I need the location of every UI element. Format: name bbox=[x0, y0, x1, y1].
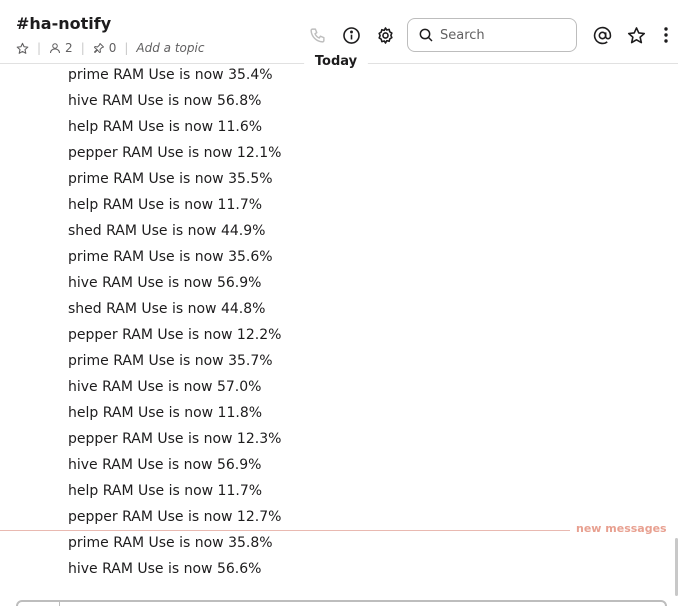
message-text: prime RAM Use is now 35.4% bbox=[68, 67, 273, 83]
message-text: help RAM Use is now 11.7% bbox=[68, 197, 263, 213]
star-icon bbox=[627, 26, 645, 43]
more-options-button[interactable] bbox=[653, 18, 678, 52]
channel-meta: | 2 | 0 | Add a topic bbox=[16, 40, 204, 56]
message-text: hive RAM Use is now 56.9% bbox=[68, 275, 262, 291]
message-composer[interactable] bbox=[16, 600, 667, 606]
message-text: help RAM Use is now 11.7% bbox=[68, 483, 263, 499]
message-text: hive RAM Use is now 57.0% bbox=[68, 379, 262, 395]
at-icon bbox=[593, 26, 611, 44]
more-vertical-icon bbox=[664, 27, 668, 43]
message-text: hive RAM Use is now 56.8% bbox=[68, 93, 262, 109]
channel-settings-button[interactable] bbox=[368, 18, 402, 52]
saved-items-button[interactable] bbox=[619, 18, 653, 52]
global-action-icons bbox=[585, 18, 678, 52]
meta-separator: | bbox=[124, 41, 129, 55]
pinned-count: 0 bbox=[108, 41, 117, 55]
composer-attach-button[interactable] bbox=[18, 602, 60, 606]
search-box[interactable] bbox=[407, 18, 577, 52]
pin-icon bbox=[93, 43, 104, 53]
message-text: pepper RAM Use is now 12.7% bbox=[68, 509, 282, 525]
message-text: pepper RAM Use is now 12.2% bbox=[68, 327, 282, 343]
gear-icon bbox=[377, 26, 393, 44]
call-button[interactable] bbox=[300, 18, 334, 52]
message-text: help RAM Use is now 11.6% bbox=[68, 119, 263, 135]
phone-icon bbox=[309, 27, 325, 43]
message-text: prime RAM Use is now 35.8% bbox=[68, 535, 273, 551]
star-icon bbox=[16, 42, 29, 54]
message-text: prime RAM Use is now 35.5% bbox=[68, 171, 273, 187]
channel-action-icons bbox=[300, 18, 402, 52]
new-messages-divider bbox=[0, 530, 570, 531]
message-text: help RAM Use is now 11.8% bbox=[68, 405, 263, 421]
message-text: pepper RAM Use is now 12.3% bbox=[68, 431, 282, 447]
meta-separator: | bbox=[37, 41, 42, 55]
channel-details-button[interactable] bbox=[334, 18, 368, 52]
message-text: hive RAM Use is now 56.9% bbox=[68, 457, 262, 473]
info-icon bbox=[342, 26, 360, 44]
message-text: pepper RAM Use is now 12.1% bbox=[68, 145, 282, 161]
channel-title[interactable]: #ha-notify bbox=[16, 14, 111, 33]
new-messages-label: new messages bbox=[576, 522, 667, 535]
message-text: shed RAM Use is now 44.8% bbox=[68, 301, 266, 317]
mentions-button[interactable] bbox=[585, 18, 619, 52]
meta-separator: | bbox=[80, 41, 85, 55]
member-count: 2 bbox=[65, 41, 73, 55]
pinned-count-button[interactable]: 0 bbox=[93, 41, 117, 55]
person-icon bbox=[50, 43, 61, 54]
message-text: prime RAM Use is now 35.7% bbox=[68, 353, 273, 369]
star-channel-button[interactable] bbox=[16, 42, 29, 55]
message-text: hive RAM Use is now 56.6% bbox=[68, 561, 262, 577]
day-divider-label: Today bbox=[304, 50, 368, 74]
search-input[interactable] bbox=[440, 27, 560, 43]
message-text: prime RAM Use is now 35.6% bbox=[68, 249, 273, 265]
search-icon bbox=[419, 28, 433, 42]
member-count-button[interactable]: 2 bbox=[49, 41, 73, 55]
add-topic-link[interactable]: Add a topic bbox=[136, 41, 204, 55]
message-text: shed RAM Use is now 44.9% bbox=[68, 223, 266, 239]
